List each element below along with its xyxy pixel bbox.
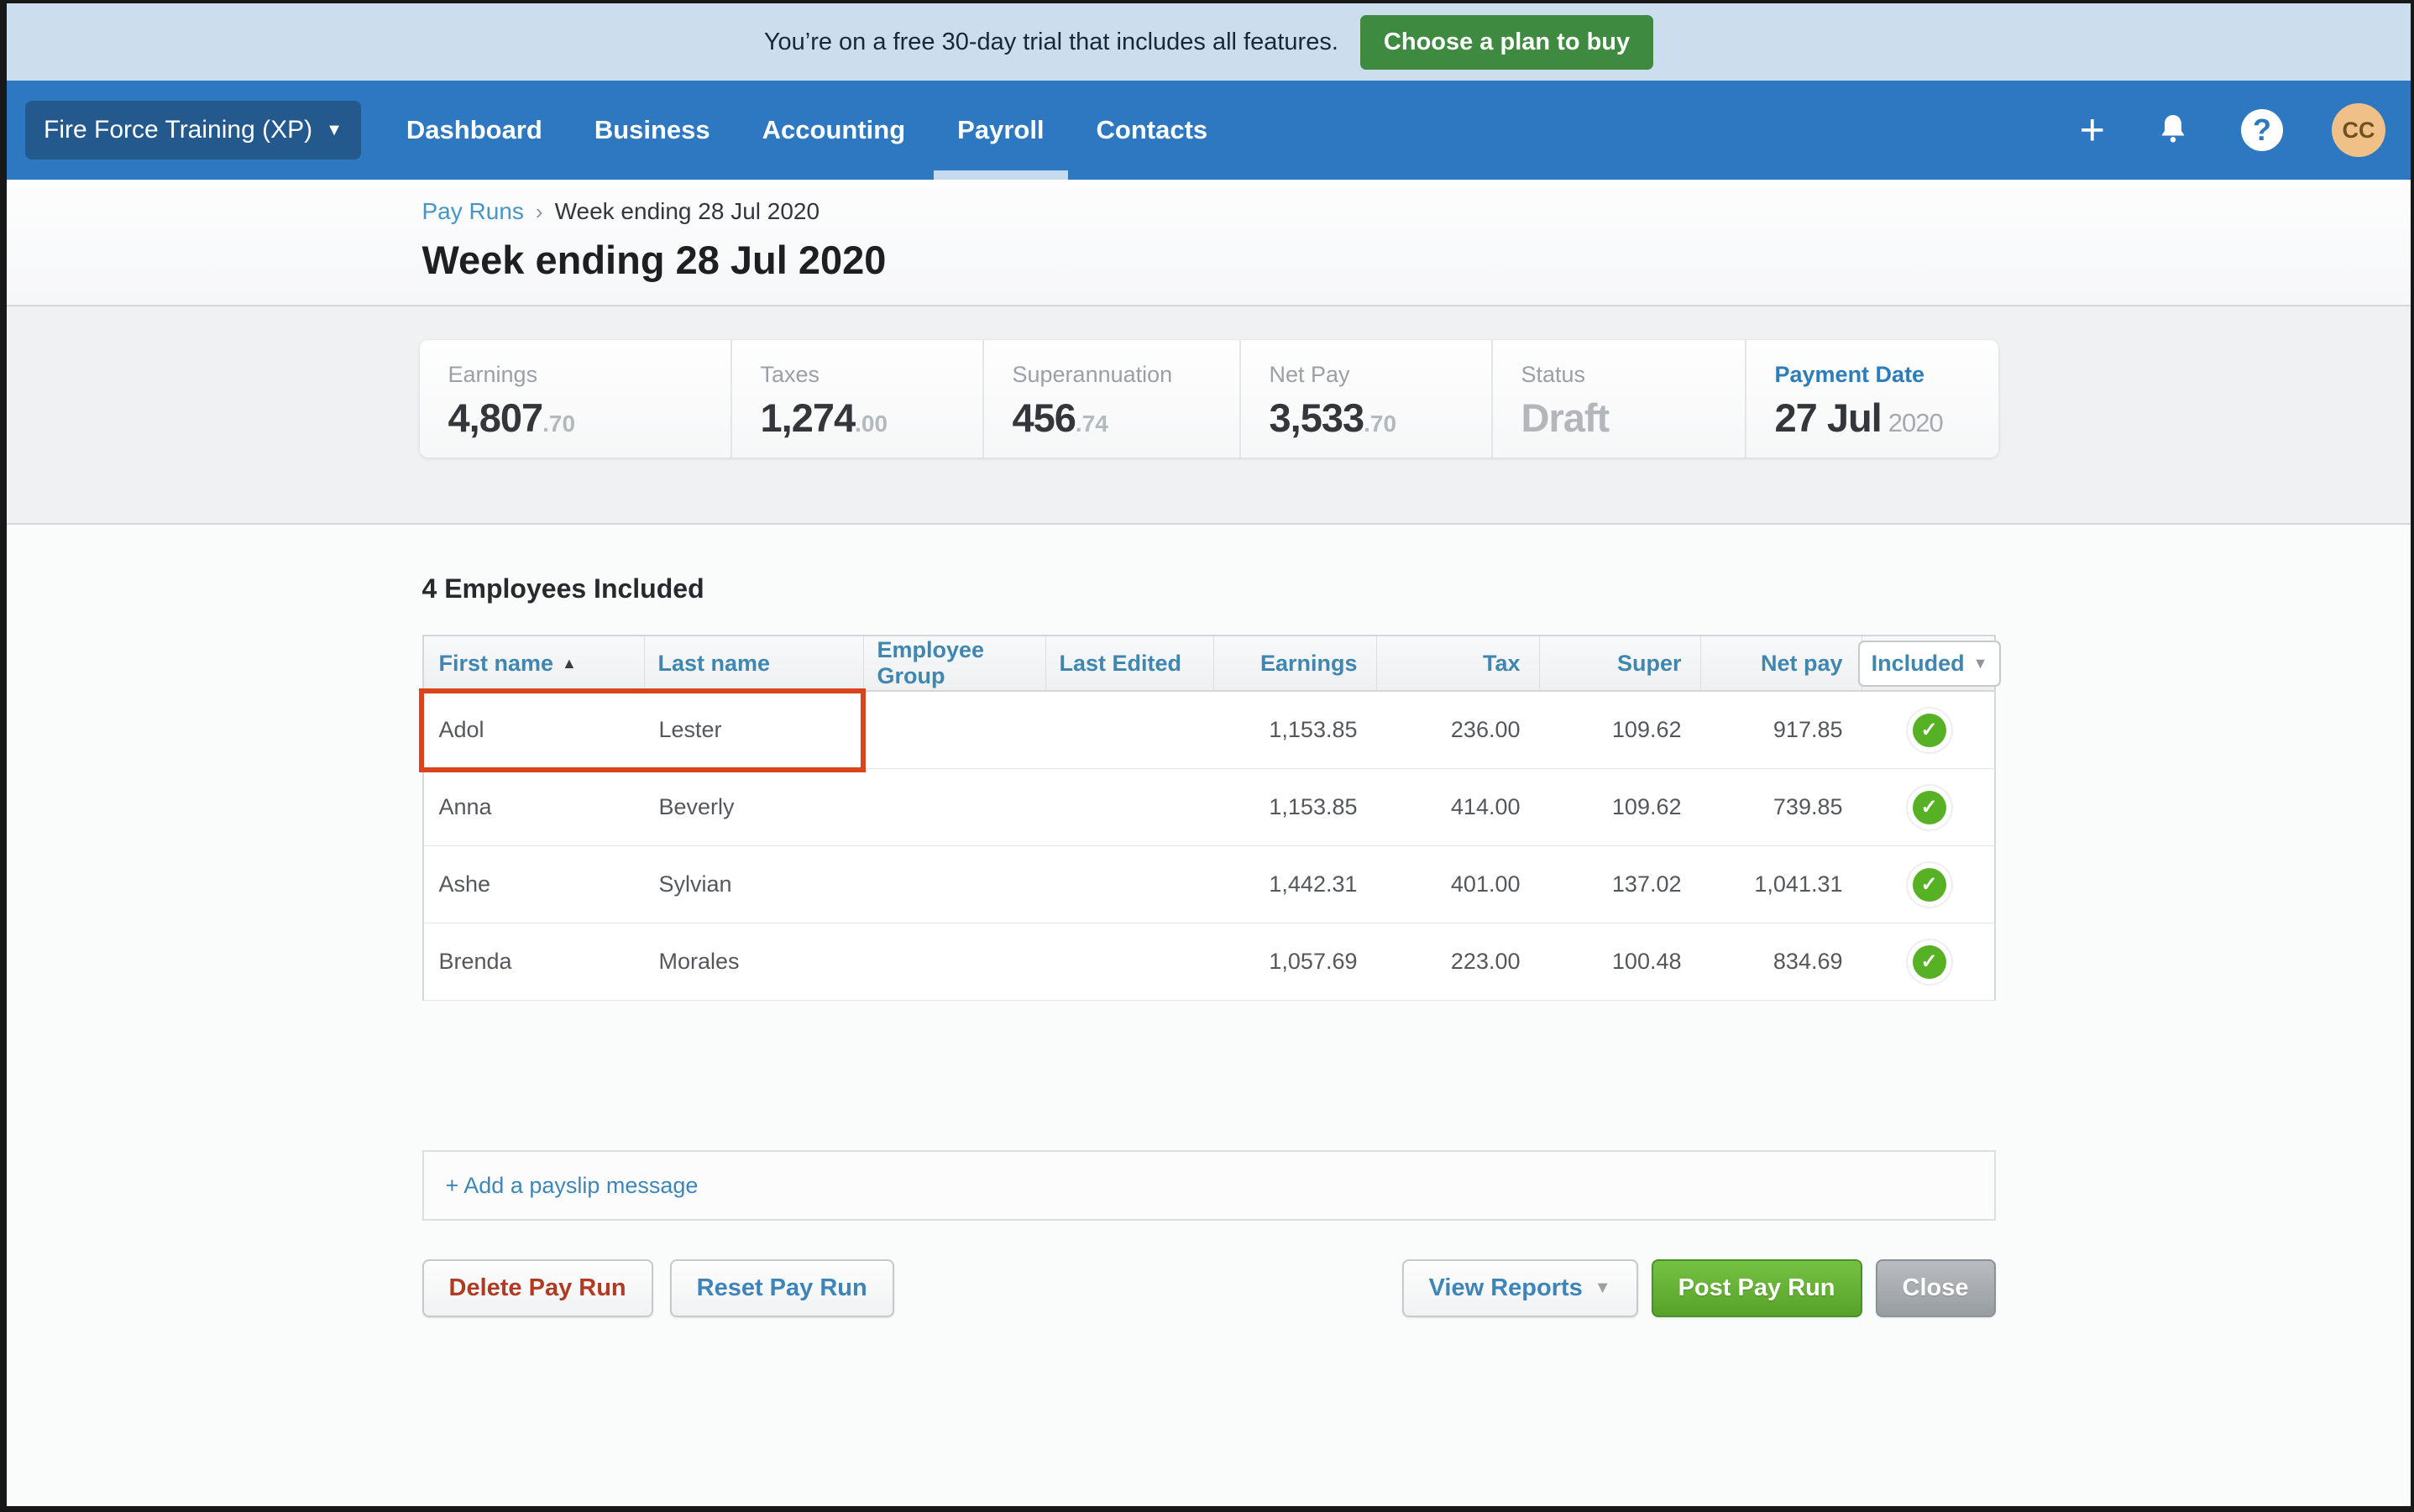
delete-pay-run-button[interactable]: Delete Pay Run — [422, 1259, 653, 1317]
org-selector[interactable]: Fire Force Training (XP) ▼ — [25, 101, 361, 160]
employees-table: First name ▲ Last name Employee Group Las… — [418, 635, 2002, 1001]
cell-net-pay: 739.85 — [1773, 794, 1843, 819]
cell-net-pay: 917.85 — [1773, 717, 1843, 742]
bell-icon[interactable] — [2154, 111, 2192, 149]
cell-first-name: Adol — [438, 717, 484, 742]
nav-item-business[interactable]: Business — [594, 81, 710, 180]
trial-banner: You’re on a free 30-day trial that inclu… — [7, 3, 2411, 81]
nav-item-contacts[interactable]: Contacts — [1097, 81, 1208, 180]
org-name: Fire Force Training (XP) — [44, 116, 313, 144]
summary-cards: Earnings 4,807.70 Taxes 1,274.00 Superan… — [419, 340, 1998, 458]
included-check-icon[interactable]: ✓ — [1912, 713, 1946, 747]
col-header-super[interactable]: Super — [1538, 636, 1700, 690]
reset-pay-run-button[interactable]: Reset Pay Run — [669, 1259, 894, 1317]
main-content: 4 Employees Included First name ▲ Last na… — [418, 525, 2002, 1317]
col-header-included: Included ▼ — [1857, 636, 2002, 690]
trial-message: You’re on a free 30-day trial that inclu… — [763, 28, 1338, 55]
chevron-down-icon: ▼ — [326, 120, 343, 139]
post-pay-run-button[interactable]: Post Pay Run — [1651, 1259, 1862, 1317]
table-row[interactable]: Adol Lester 1,153.85 236.00 109.62 917.8… — [422, 692, 1996, 769]
col-header-net-pay[interactable]: Net pay — [1699, 636, 1862, 690]
active-tab-underline — [933, 170, 1068, 180]
card-payment-date[interactable]: Payment Date 27 Jul 2020 — [1744, 340, 1998, 458]
cell-earnings: 1,442.31 — [1269, 871, 1358, 897]
page-title: Week ending 28 Jul 2020 — [422, 238, 887, 282]
included-check-icon[interactable]: ✓ — [1912, 790, 1946, 824]
card-status: Status Draft — [1490, 340, 1745, 458]
cell-earnings: 1,153.85 — [1269, 794, 1358, 819]
action-bar: Delete Pay Run Reset Pay Run View Report… — [422, 1259, 1996, 1317]
cell-first-name: Ashe — [438, 871, 491, 897]
cell-net-pay: 834.69 — [1773, 949, 1843, 974]
help-icon[interactable]: ? — [2241, 109, 2283, 151]
view-reports-button[interactable]: View Reports ▼ — [1401, 1259, 1638, 1317]
col-header-tax[interactable]: Tax — [1375, 636, 1539, 690]
nav-item-dashboard[interactable]: Dashboard — [406, 81, 542, 180]
cell-first-name: Brenda — [438, 949, 512, 974]
cell-first-name: Anna — [438, 794, 492, 819]
cell-last-name: Morales — [658, 949, 740, 974]
card-net-pay: Net Pay 3,533.70 — [1238, 340, 1491, 458]
cell-super: 109.62 — [1611, 717, 1682, 742]
close-button[interactable]: Close — [1875, 1259, 1996, 1317]
table-header-row: First name ▲ Last name Employee Group Las… — [422, 635, 2002, 692]
cell-super: 137.02 — [1611, 871, 1682, 897]
add-payslip-message-link[interactable]: + Add a payslip message — [446, 1173, 699, 1199]
cell-tax: 401.00 — [1450, 871, 1521, 897]
breadcrumb-separator-icon: › — [535, 198, 543, 224]
table-row[interactable]: Anna Beverly 1,153.85 414.00 109.62 739.… — [422, 769, 1996, 846]
navbar: Fire Force Training (XP) ▼ Dashboard Bus… — [7, 81, 2411, 180]
table-row[interactable]: Ashe Sylvian 1,442.31 401.00 137.02 1,04… — [422, 846, 1996, 923]
plus-icon[interactable]: + — [2080, 108, 2105, 152]
cell-last-name: Beverly — [658, 794, 735, 819]
page-header: Pay Runs › Week ending 28 Jul 2020 Week … — [7, 180, 2411, 306]
breadcrumb: Pay Runs › Week ending 28 Jul 2020 — [422, 198, 1996, 225]
nav-item-accounting[interactable]: Accounting — [762, 81, 906, 180]
breadcrumb-pay-runs-link[interactable]: Pay Runs — [422, 198, 524, 225]
nav-item-payroll[interactable]: Payroll — [933, 81, 1068, 180]
cell-last-name: Sylvian — [658, 871, 732, 897]
chevron-down-icon: ▼ — [1594, 1279, 1611, 1297]
status-badge: Draft — [1521, 395, 1610, 440]
chevron-down-icon: ▼ — [1972, 654, 1988, 672]
cell-last-name: Lester — [658, 717, 722, 742]
cell-super: 100.48 — [1611, 949, 1682, 974]
breadcrumb-current: Week ending 28 Jul 2020 — [554, 198, 820, 224]
included-check-icon[interactable]: ✓ — [1912, 944, 1946, 979]
avatar[interactable]: CC — [2332, 103, 2385, 157]
col-header-last-name[interactable]: Last name — [643, 636, 863, 690]
card-earnings: Earnings 4,807.70 — [448, 362, 576, 440]
col-header-earnings[interactable]: Earnings — [1212, 636, 1376, 690]
col-header-employee-group[interactable]: Employee Group — [862, 636, 1045, 690]
cell-super: 109.62 — [1611, 794, 1682, 819]
payslip-message-box: + Add a payslip message — [422, 1150, 1996, 1221]
app-window: You’re on a free 30-day trial that inclu… — [0, 0, 2414, 1512]
sort-ascending-icon: ▲ — [562, 654, 577, 672]
table-row[interactable]: Brenda Morales 1,057.69 223.00 100.48 83… — [422, 923, 1996, 1001]
summary-band: Earnings 4,807.70 Taxes 1,274.00 Superan… — [7, 306, 2411, 525]
cell-earnings: 1,153.85 — [1269, 717, 1358, 742]
col-header-last-edited[interactable]: Last Edited — [1045, 636, 1213, 690]
choose-plan-button[interactable]: Choose a plan to buy — [1359, 14, 1654, 70]
employees-heading: 4 Employees Included — [422, 573, 704, 604]
card-taxes: Taxes 1,274.00 — [730, 340, 982, 458]
included-filter-button[interactable]: Included ▼ — [1857, 640, 2002, 687]
nav-right-icons: + ? CC — [2080, 103, 2385, 157]
col-header-first-name[interactable]: First name ▲ — [424, 636, 644, 690]
cell-earnings: 1,057.69 — [1269, 949, 1358, 974]
nav-menu: Dashboard Business Accounting Payroll Co… — [406, 81, 1207, 180]
cell-tax: 414.00 — [1450, 794, 1521, 819]
included-check-icon[interactable]: ✓ — [1912, 867, 1946, 902]
cell-tax: 236.00 — [1450, 717, 1521, 742]
cell-tax: 223.00 — [1450, 949, 1521, 974]
cell-net-pay: 1,041.31 — [1754, 871, 1843, 897]
card-superannuation: Superannuation 456.74 — [982, 340, 1239, 458]
